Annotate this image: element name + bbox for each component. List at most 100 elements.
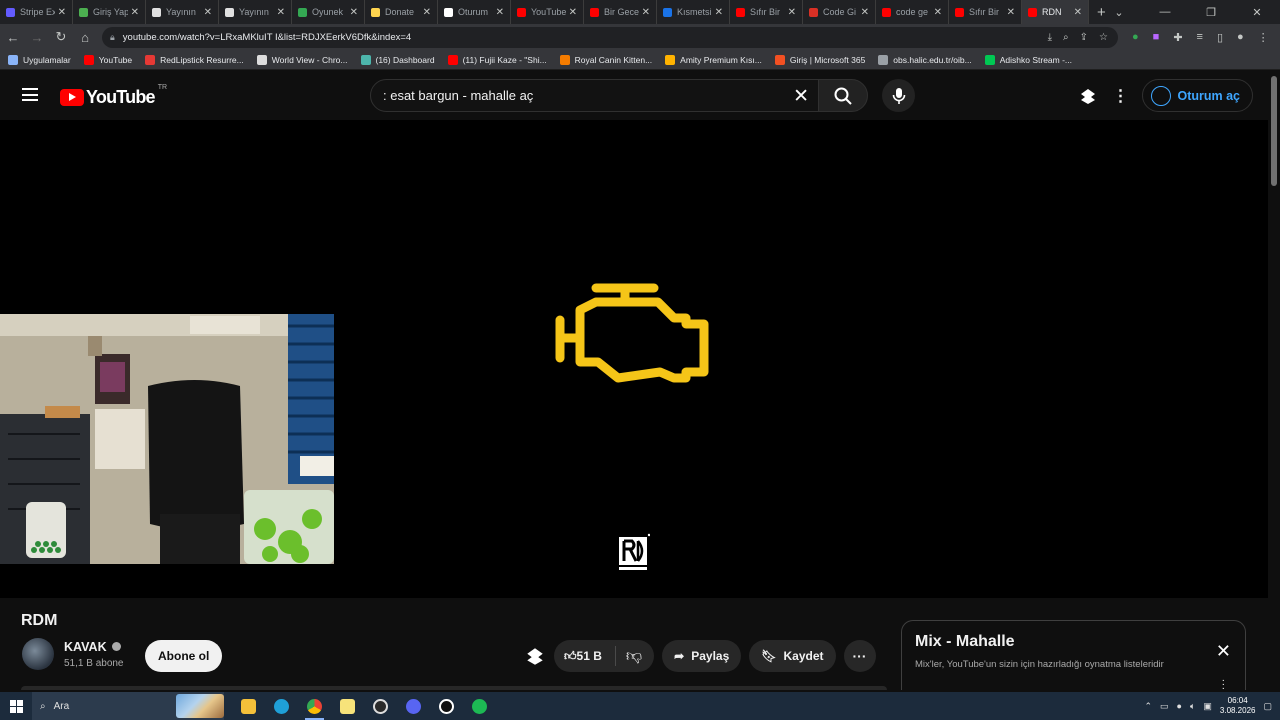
mix-more-icon[interactable]: · · · — [1222, 676, 1225, 694]
tab-search-icon[interactable]: ⌄ — [1096, 6, 1142, 19]
webcam-app[interactable] — [430, 692, 463, 720]
notifications-icon[interactable]: ▢ — [1263, 701, 1272, 712]
bookmark-item[interactable]: World View - Chro... — [256, 54, 348, 65]
battery-icon[interactable]: ▭ — [1160, 701, 1169, 712]
settings-menu-icon[interactable]: ⋮ — [1112, 86, 1128, 106]
tab-close-icon[interactable]: ✕ — [423, 7, 431, 18]
browser-tab[interactable]: Yayının ✕ — [219, 0, 292, 24]
browser-tab[interactable]: Giriş Yap ✕ — [73, 0, 146, 24]
browser-tab[interactable]: Stripe Ex ✕ — [0, 0, 73, 24]
browser-tab[interactable]: Donate ✕ — [365, 0, 438, 24]
reload-icon[interactable]: ↻ — [50, 29, 72, 45]
video-player[interactable] — [0, 120, 1268, 598]
channel-avatar[interactable] — [22, 638, 54, 670]
bookmark-item[interactable]: YouTube — [83, 54, 132, 65]
tab-close-icon[interactable]: ✕ — [350, 7, 358, 18]
back-icon[interactable]: ← — [2, 30, 24, 45]
bookmark-item[interactable]: Amity Premium Kısı... — [665, 54, 762, 65]
tab-close-icon[interactable]: ✕ — [277, 7, 285, 18]
address-url[interactable]: youtube.com/watch?v=LRxaMKluIT I&list=RD… — [123, 32, 1048, 43]
profile-icon[interactable]: ● — [1237, 31, 1244, 43]
obs-app[interactable] — [364, 692, 397, 720]
search-input-value[interactable]: : esat bargun - mahalle aç — [383, 88, 533, 103]
share-button[interactable]: ➦ Paylaş — [662, 640, 742, 672]
home-icon[interactable]: ⌂ — [74, 30, 96, 45]
browser-tab[interactable]: Code Gi ✕ — [803, 0, 876, 24]
shorts-remix-icon[interactable] — [524, 646, 546, 666]
search-input[interactable]: : esat bargun - mahalle aç ✕ — [370, 79, 820, 112]
file-explorer-app[interactable] — [232, 692, 265, 720]
spotify-app[interactable] — [463, 692, 496, 720]
tray-overflow-icon[interactable]: ⌃ — [1144, 701, 1152, 712]
bookmark-item[interactable]: (11) Fujii Kaze - "Shi... — [447, 54, 547, 65]
bookmark-item[interactable]: Royal Canin Kitten... — [559, 54, 652, 65]
tab-close-icon[interactable]: ✕ — [1007, 7, 1015, 18]
browser-tab[interactable]: Kısmetsi ✕ — [657, 0, 730, 24]
extension-shield-icon[interactable]: ● — [1132, 31, 1139, 43]
side-panel-icon[interactable]: ▯ — [1217, 31, 1223, 44]
tab-close-icon[interactable]: ✕ — [496, 7, 504, 18]
tab-close-icon[interactable]: ✕ — [1074, 7, 1082, 18]
share-icon[interactable]: ⇪ — [1080, 32, 1088, 43]
more-actions-button[interactable]: ··· — [843, 640, 876, 672]
bookmark-item[interactable]: Giriş | Microsoft 365 — [774, 54, 865, 65]
sign-in-button[interactable]: Oturum aç — [1142, 79, 1253, 112]
network-icon[interactable]: ▣ — [1203, 701, 1212, 712]
start-button[interactable] — [0, 692, 32, 720]
restore-button[interactable]: ❐ — [1188, 6, 1234, 19]
zoom-icon[interactable]: ⌕ — [1063, 32, 1069, 43]
reading-list-icon[interactable]: ≡ — [1197, 31, 1203, 43]
dislike-button[interactable]: 👎︎ — [616, 647, 654, 666]
tab-close-icon[interactable]: ✕ — [204, 7, 212, 18]
browser-tab[interactable]: Yayının ✕ — [146, 0, 219, 24]
subscribe-button[interactable]: Abone ol — [145, 640, 223, 672]
tab-close-icon[interactable]: ✕ — [861, 7, 869, 18]
menu-icon[interactable] — [22, 88, 38, 101]
address-bar[interactable]: 🔒︎ youtube.com/watch?v=LRxaMKluIT I&list… — [102, 26, 1118, 48]
close-window-button[interactable]: ✕ — [1234, 6, 1280, 19]
edge-app[interactable] — [265, 692, 298, 720]
install-icon[interactable]: ⤓ — [1048, 32, 1052, 43]
tab-close-icon[interactable]: ✕ — [569, 7, 577, 18]
browser-tab[interactable]: YouTube ✕ — [511, 0, 584, 24]
voice-search-button[interactable] — [882, 79, 915, 112]
like-button[interactable]: 👍︎ 51 B — [554, 646, 616, 666]
bookmark-item[interactable]: Adishko Stream -... — [984, 54, 1072, 65]
youtube-logo[interactable]: YouTube TR — [60, 84, 167, 108]
channel-name-row[interactable]: KAVAK — [64, 640, 124, 654]
channel-name[interactable]: KAVAK — [64, 640, 107, 654]
extensions-puzzle-icon[interactable]: ✚ — [1173, 31, 1182, 44]
bookmark-item[interactable]: (16) Dashboard — [360, 54, 435, 65]
browser-tab[interactable]: code ge ✕ — [876, 0, 949, 24]
speaker-icon[interactable]: 🔈︎ — [1190, 701, 1195, 712]
bookmark-item[interactable]: Uygulamalar — [8, 54, 71, 65]
taskbar-search[interactable]: ⌕ Ara — [32, 692, 224, 720]
tab-close-icon[interactable]: ✕ — [934, 7, 942, 18]
save-button[interactable]: 🔖︎ Kaydet — [749, 640, 836, 672]
mic-tray-icon[interactable]: ● — [1177, 701, 1182, 711]
tab-close-icon[interactable]: ✕ — [788, 7, 796, 18]
tab-close-icon[interactable]: ✕ — [58, 7, 66, 18]
tab-close-icon[interactable]: ✕ — [131, 7, 139, 18]
shorts-icon[interactable] — [1078, 87, 1098, 105]
chrome-menu-icon[interactable]: ⋮ — [1258, 31, 1269, 44]
close-mix-icon[interactable]: ✕ — [1216, 641, 1231, 662]
chrome-app[interactable] — [298, 692, 331, 720]
clear-search-icon[interactable]: ✕ — [793, 85, 809, 108]
bookmark-item[interactable]: obs.halic.edu.tr/oib... — [878, 54, 972, 65]
extension-purple-icon[interactable]: ■ — [1153, 31, 1160, 43]
scrollbar-thumb[interactable] — [1271, 76, 1277, 186]
notes-app[interactable] — [331, 692, 364, 720]
lock-icon[interactable]: 🔒︎ — [110, 32, 115, 43]
browser-tab[interactable]: Bir Gece ✕ — [584, 0, 657, 24]
browser-tab[interactable]: Sıfır Bir ✕ — [949, 0, 1022, 24]
browser-tab[interactable]: RDN ✕ — [1022, 0, 1089, 24]
forward-icon[interactable]: → — [26, 30, 48, 45]
tab-close-icon[interactable]: ✕ — [642, 7, 650, 18]
search-button[interactable] — [818, 79, 868, 112]
tab-close-icon[interactable]: ✕ — [715, 7, 723, 18]
browser-tab[interactable]: Sıfır Bir ✕ — [730, 0, 803, 24]
search-highlight-image[interactable] — [176, 694, 224, 718]
browser-tab[interactable]: Oyunek ✕ — [292, 0, 365, 24]
browser-tab[interactable]: Oturum ✕ — [438, 0, 511, 24]
